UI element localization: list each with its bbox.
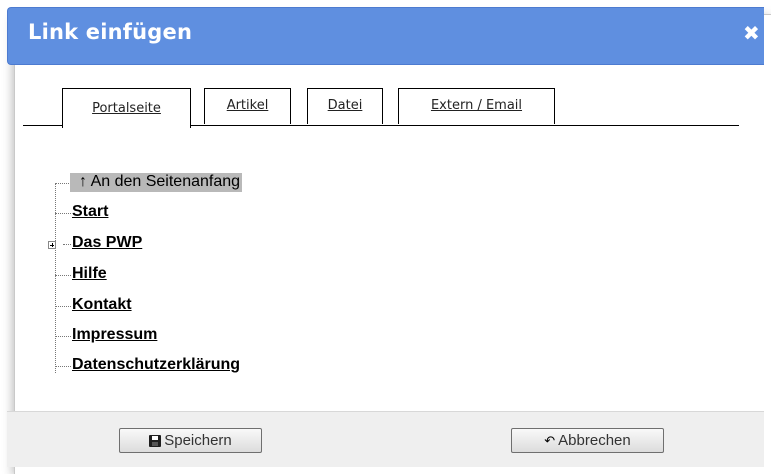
- tree-branch-line: [55, 336, 71, 337]
- tree-connector: [55, 183, 56, 373]
- cancel-button-label: Abbrechen: [558, 432, 631, 449]
- tab-extern-email[interactable]: Extern / Email: [398, 88, 555, 124]
- tree-branch-line: [55, 213, 71, 214]
- dialog-title: Link einfügen: [28, 20, 193, 44]
- tab-label: Artikel: [226, 98, 269, 113]
- tree-item-label[interactable]: Kontakt: [72, 296, 132, 314]
- tab-label: Extern / Email: [430, 98, 523, 113]
- cancel-button[interactable]: ↶ Abbrechen: [511, 428, 664, 453]
- floppy-disk-icon: [149, 434, 162, 447]
- close-icon[interactable]: ✖: [743, 21, 760, 45]
- tab-datei[interactable]: Datei: [307, 88, 383, 124]
- tree-branch-line: [55, 183, 71, 184]
- tree-item-label[interactable]: Das PWP: [72, 234, 142, 252]
- tree-branch-line: [55, 366, 71, 367]
- dialog-titlebar: Link einfügen ✖: [7, 7, 764, 65]
- tab-label: Portalseite: [92, 101, 161, 116]
- tab-artikel[interactable]: Artikel: [204, 88, 291, 124]
- tree-item-label[interactable]: Datenschutzerklärung: [72, 356, 240, 374]
- tree-item-label[interactable]: Start: [72, 203, 108, 221]
- tree-branch-line: [63, 244, 71, 245]
- undo-icon: ↶: [544, 433, 556, 448]
- tab-portalseite[interactable]: Portalseite: [62, 88, 191, 128]
- tree-item-label[interactable]: Hilfe: [72, 265, 107, 283]
- tree-item-label[interactable]: ↑ An den Seitenanfang: [70, 173, 243, 192]
- tree-branch-line: [55, 306, 71, 307]
- save-button-label: Speichern: [164, 432, 232, 449]
- save-button[interactable]: Speichern: [119, 428, 262, 453]
- tree-branch-line: [55, 275, 71, 276]
- tab-label: Datei: [327, 98, 363, 113]
- tree-item-label[interactable]: Impressum: [72, 326, 157, 344]
- expand-plus-icon[interactable]: [48, 241, 56, 249]
